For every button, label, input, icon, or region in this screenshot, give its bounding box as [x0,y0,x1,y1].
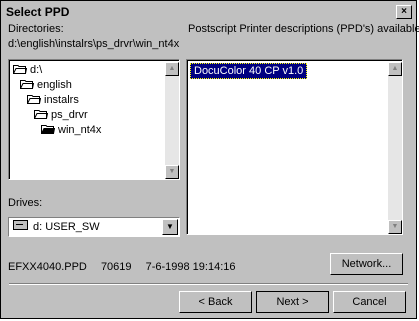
directory-item-ps-drvr[interactable]: ps_drvr [34,108,88,122]
open-folder-icon [34,110,48,119]
file-size: 70619 [100,261,132,273]
separator [9,283,408,285]
drives-dropdown[interactable]: d: USER_SW ▼ [8,217,180,237]
drive-icon [13,220,28,230]
directory-scrollbar[interactable]: ▲ ▼ [165,62,179,179]
scroll-down-icon[interactable]: ▼ [165,165,179,179]
directory-listbox[interactable]: d:\ english instalrs ps_drvr win_nt4x ▲ … [8,59,180,180]
file-info: EFXX4040.PPD 70619 7-6-1998 19:14:16 [8,261,236,273]
window-title: Select PPD [6,5,70,19]
open-folder-icon [27,95,41,104]
chevron-down-icon[interactable]: ▼ [162,219,178,235]
current-path: d:\english\instalrs\ps_drvr\win_nt4x [8,38,180,50]
select-ppd-dialog: Select PPD × Directories: d:\english\ins… [0,0,419,319]
ppd-scrollbar[interactable]: ▲ ▼ [388,62,402,234]
directory-item-instalrs[interactable]: instalrs [27,93,79,107]
open-folder-icon [13,65,27,74]
file-date: 7-6-1998 19:14:16 [145,261,236,273]
file-name: EFXX4040.PPD [8,261,87,273]
open-folder-icon [41,125,55,134]
open-folder-icon [20,80,34,89]
cancel-button[interactable]: Cancel [333,291,406,313]
scroll-up-icon[interactable]: ▲ [165,62,179,76]
directory-item-d[interactable]: d:\ [13,63,42,77]
next-button[interactable]: Next > [256,291,329,313]
ppd-list-label: Postscript Printer descriptions (PPD's) … [188,23,419,35]
directory-item-english[interactable]: english [20,78,72,92]
drives-label: Drives: [8,197,43,209]
ppd-listbox[interactable]: DocuColor 40 CP v1.0 ▲ ▼ [186,59,403,235]
scroll-up-icon[interactable]: ▲ [388,62,402,76]
ppd-list-item[interactable]: DocuColor 40 CP v1.0 [190,63,308,79]
network-button[interactable]: Network... [330,253,403,275]
directory-item-win-nt4x[interactable]: win_nt4x [41,123,101,137]
drives-selected: d: USER_SW [13,220,100,234]
scroll-down-icon[interactable]: ▼ [388,220,402,234]
close-icon[interactable]: × [396,5,412,19]
title-bar: Select PPD × [3,3,414,21]
directories-label: Directories: [8,23,64,35]
back-button[interactable]: < Back [179,291,252,313]
